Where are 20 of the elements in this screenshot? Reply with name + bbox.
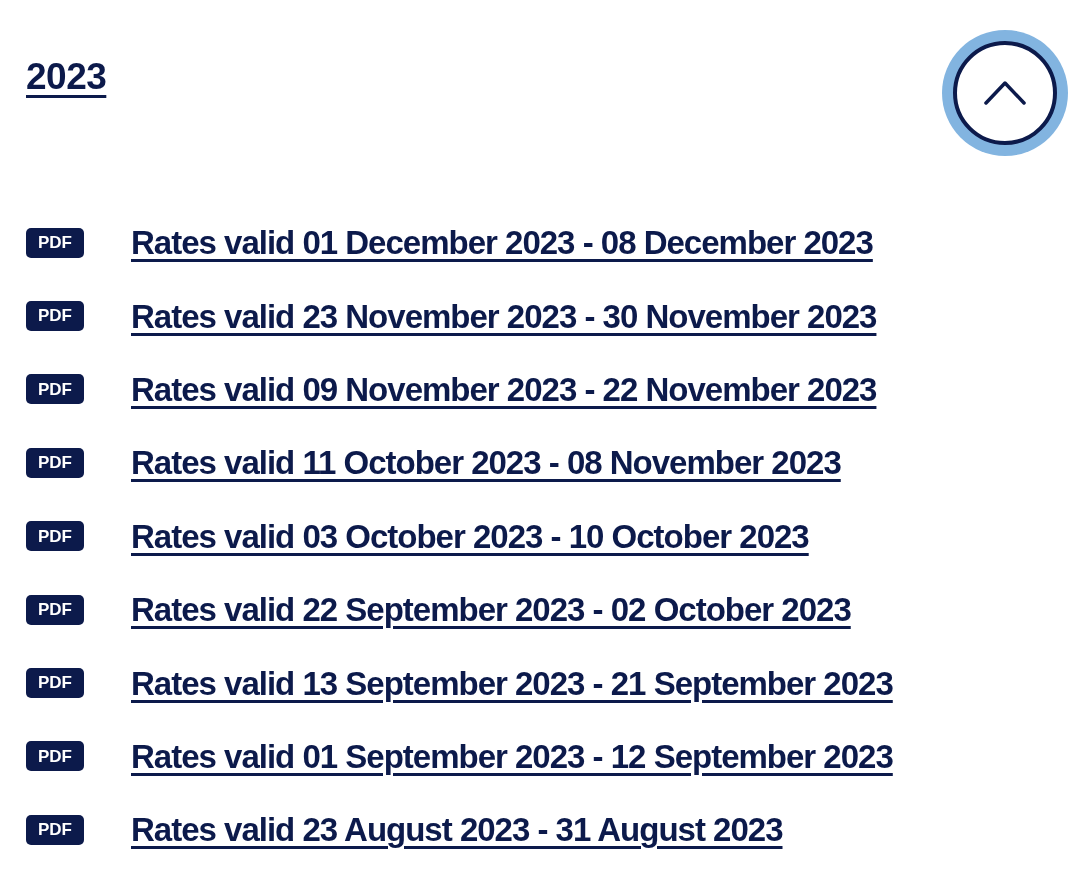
pdf-badge: PDF [26,374,84,405]
document-link[interactable]: Rates valid 01 September 2023 - 12 September 2023 [131,739,893,773]
document-link[interactable]: Rates valid 09 November 2023 - 22 November 2023 [131,372,877,406]
pdf-badge: PDF [26,521,84,552]
document-link[interactable]: Rates valid 22 September 2023 - 02 October 2023 [131,593,851,627]
pdf-badge: PDF [26,594,84,625]
pdf-badge: PDF [26,814,84,845]
document-link[interactable]: Rates valid 11 October 2023 - 08 November 2023 [131,446,841,480]
pdf-badge: PDF [26,227,84,258]
document-link[interactable]: Rates valid 23 August 2023 - 31 August 2023 [131,813,783,847]
document-link[interactable]: Rates valid 23 November 2023 - 30 November 2023 [131,299,877,333]
document-link[interactable]: Rates valid 03 October 2023 - 10 October 2023 [131,519,809,553]
chevron-up-icon [983,80,1027,106]
year-heading-link[interactable]: 2023 [26,58,107,95]
pdf-badge: PDF [26,447,84,478]
pdf-badge: PDF [26,741,84,772]
pdf-badge: PDF [26,301,84,332]
document-link[interactable]: Rates valid 01 December 2023 - 08 December 2023 [131,226,873,260]
document-link[interactable]: Rates valid 13 September 2023 - 21 September 2023 [131,666,893,700]
pdf-badge: PDF [26,668,84,699]
